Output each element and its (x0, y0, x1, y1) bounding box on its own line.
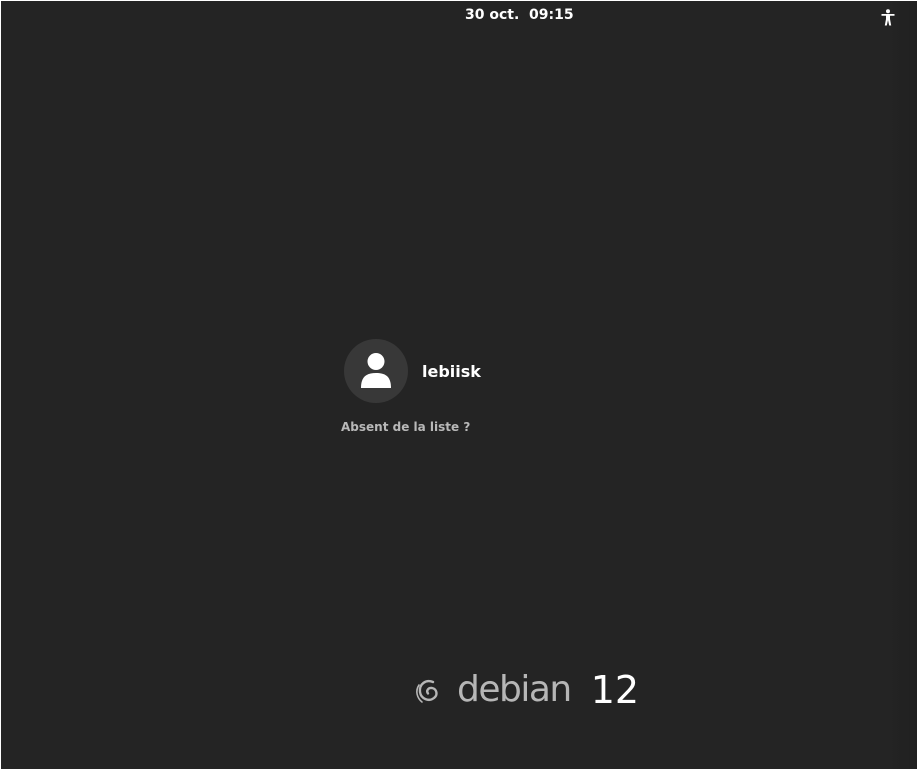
debian-wordmark: debian (457, 669, 572, 710)
username-label: lebiisk (422, 361, 481, 381)
top-bar: 30 oct. 09:15 (1, 1, 917, 31)
date-time-clock[interactable]: 30 oct. 09:15 (465, 7, 574, 23)
login-screen: 30 oct. 09:15 lebiisk Absent de la liste… (1, 1, 917, 769)
screen-edge-shadow (887, 1, 917, 769)
user-list-item[interactable]: lebiisk (344, 338, 481, 404)
accessibility-icon (881, 8, 895, 25)
version-number: 12 (590, 668, 640, 712)
not-listed-button[interactable]: Absent de la liste ? (341, 420, 470, 434)
accessibility-menu-button[interactable] (877, 6, 899, 28)
user-avatar-icon (361, 353, 391, 388)
avatar (344, 339, 408, 403)
debian-swirl-icon (416, 679, 438, 703)
distro-logo: debian 12 (413, 665, 639, 715)
